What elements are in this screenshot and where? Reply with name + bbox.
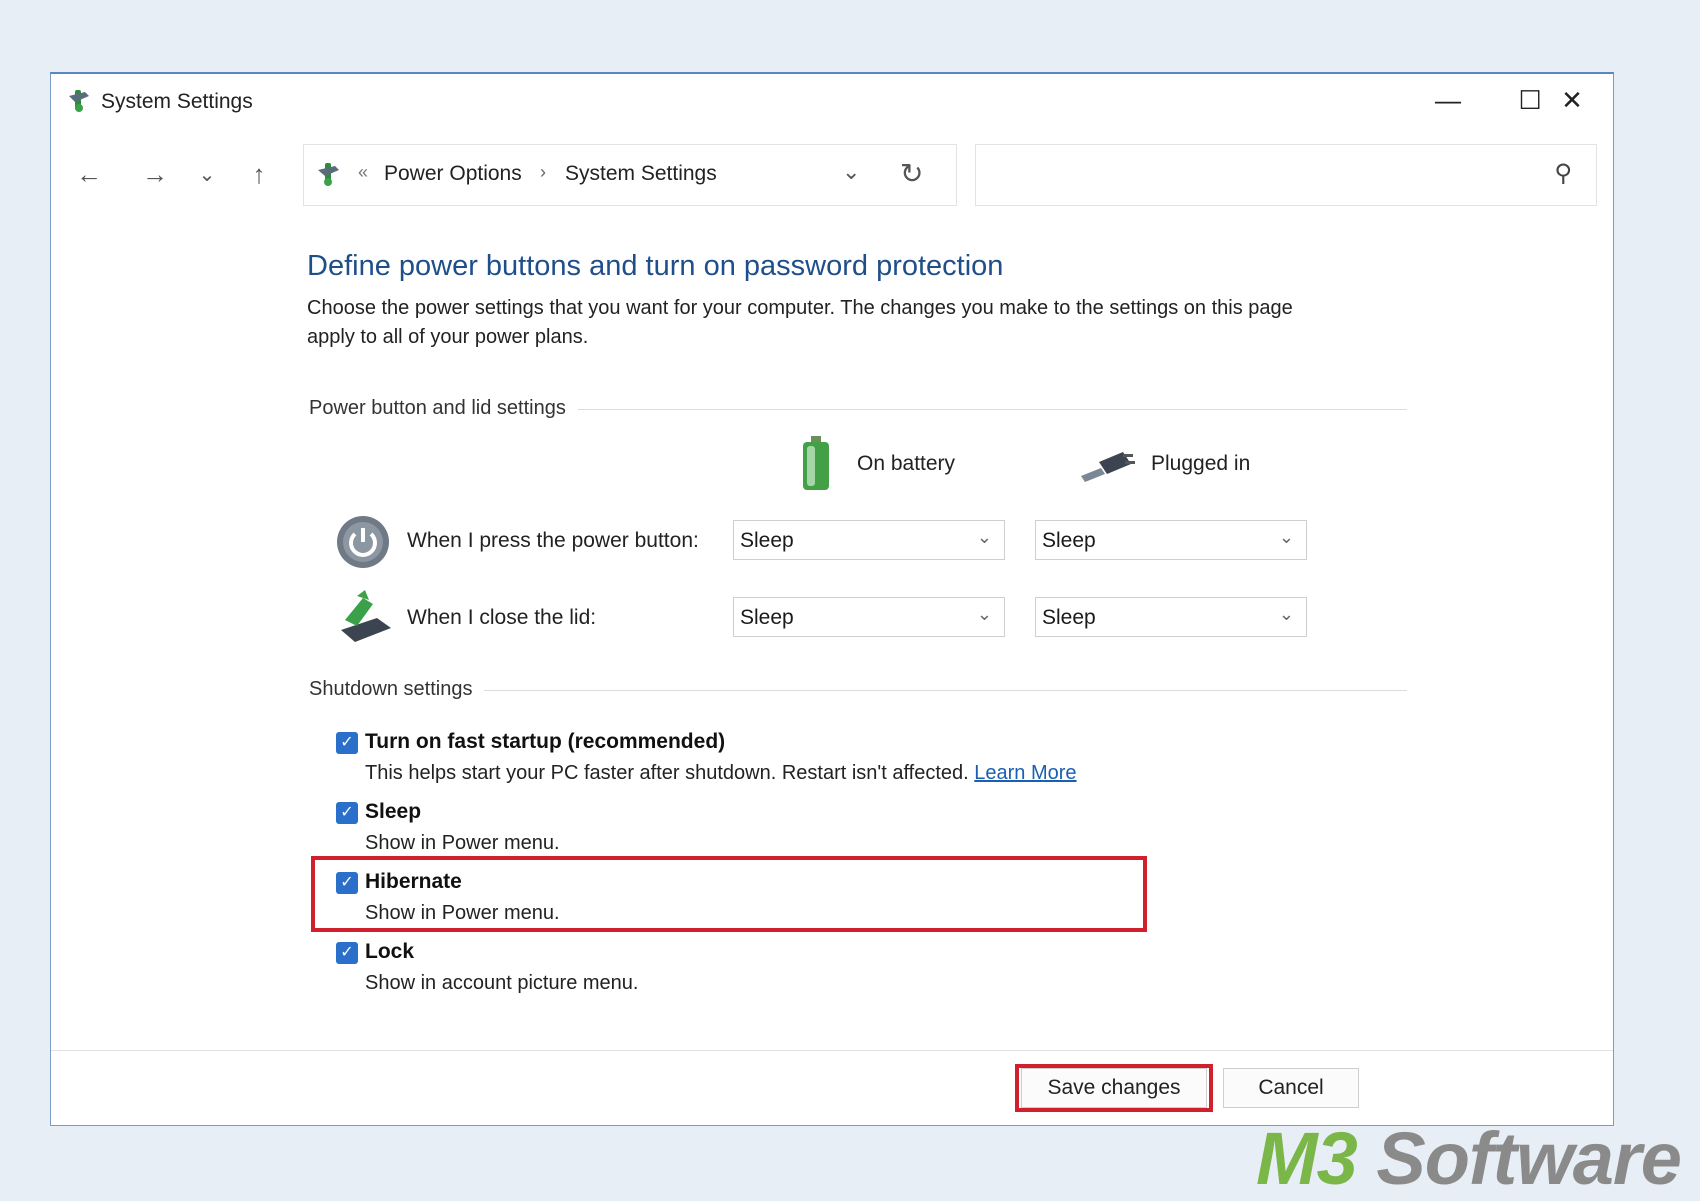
on-battery-header: On battery (857, 452, 956, 475)
battery-icon (803, 436, 829, 490)
shutdown-section-title: Shutdown settings (309, 678, 485, 701)
minimize-button[interactable]: — (1413, 80, 1483, 120)
lock-checkbox[interactable]: ✓ (336, 942, 358, 964)
arrow-up-icon: ↑ (252, 158, 266, 189)
watermark-brand-a: M3 (1256, 1117, 1358, 1200)
lock-description: Show in account picture menu. (365, 972, 639, 994)
watermark-brand-b: Software (1356, 1117, 1682, 1200)
power-button-battery-value: Sleep (740, 529, 794, 552)
power-button-label: When I press the power button: (407, 529, 699, 552)
forward-button[interactable]: → (133, 152, 177, 196)
power-options-app-icon (69, 90, 89, 112)
system-settings-window: System Settings — ☐ ✕ ← → ⌄ ↑ « Power Op… (50, 72, 1614, 1126)
sleep-description: Show in Power menu. (365, 832, 560, 854)
plugged-in-header: Plugged in (1151, 452, 1251, 475)
save-changes-button[interactable]: Save changes (1021, 1068, 1207, 1108)
arrow-right-icon: → (142, 158, 168, 189)
power-plug-icon (1081, 452, 1135, 482)
title-bar: System Settings — ☐ ✕ (51, 74, 1613, 126)
back-button[interactable]: ← (67, 152, 111, 196)
breadcrumb-power-options[interactable]: Power Options (384, 162, 522, 186)
address-bar[interactable]: « Power Options › System Settings ⌄ ↻ (303, 144, 957, 206)
power-button-plugged-select[interactable]: Sleep ⌄ (1035, 520, 1307, 560)
breadcrumb-system-settings[interactable]: System Settings (565, 162, 717, 186)
fast-startup-label[interactable]: Turn on fast startup (recommended) (365, 730, 725, 754)
page-title: Define power buttons and turn on passwor… (307, 250, 1004, 282)
checkmark-icon: ✓ (340, 804, 354, 821)
search-input[interactable] (986, 157, 1530, 195)
chevron-down-icon: ⌄ (198, 163, 216, 186)
checkmark-icon: ✓ (340, 734, 354, 751)
close-lid-plugged-value: Sleep (1042, 606, 1096, 629)
power-button-icon (337, 516, 389, 568)
recent-locations-button[interactable]: ⌄ (185, 152, 229, 196)
sleep-label[interactable]: Sleep (365, 800, 421, 824)
page-description: Choose the power settings that you want … (307, 297, 1293, 348)
hibernate-checkbox[interactable]: ✓ (336, 872, 358, 894)
sleep-checkbox[interactable]: ✓ (336, 802, 358, 824)
minimize-icon: — (1435, 84, 1461, 115)
hibernate-label[interactable]: Hibernate (365, 870, 462, 894)
laptop-lid-icon (341, 590, 391, 642)
fast-startup-checkbox[interactable]: ✓ (336, 732, 358, 754)
close-lid-label: When I close the lid: (407, 606, 597, 629)
hibernate-description: Show in Power menu. (365, 902, 560, 924)
arrow-left-icon: ← (76, 158, 102, 189)
close-button[interactable]: ✕ (1537, 80, 1607, 120)
power-section-title: Power button and lid settings (309, 397, 578, 420)
checkmark-icon: ✓ (340, 874, 354, 891)
close-lid-battery-select[interactable]: Sleep ⌄ (733, 597, 1005, 637)
breadcrumb-overflow[interactable]: « (358, 162, 368, 183)
search-box[interactable]: ⚲ (975, 144, 1597, 206)
breadcrumb-separator[interactable]: › (540, 162, 546, 183)
fast-startup-description-text: This helps start your PC faster after sh… (365, 762, 975, 784)
power-options-icon (318, 163, 339, 186)
chevron-down-icon: ⌄ (976, 527, 992, 547)
fast-startup-description: This helps start your PC faster after sh… (365, 762, 1077, 785)
refresh-icon[interactable]: ↻ (900, 157, 923, 190)
chevron-down-icon: ⌄ (1278, 604, 1294, 624)
checkmark-icon: ✓ (340, 944, 354, 961)
footer-divider (51, 1050, 1613, 1051)
m3-software-watermark: M3 Software (1256, 1116, 1682, 1201)
power-button-plugged-value: Sleep (1042, 529, 1096, 552)
close-lid-plugged-select[interactable]: Sleep ⌄ (1035, 597, 1307, 637)
cancel-button[interactable]: Cancel (1223, 1068, 1359, 1108)
close-icon: ✕ (1561, 84, 1583, 115)
power-button-battery-select[interactable]: Sleep ⌄ (733, 520, 1005, 560)
chevron-down-icon: ⌄ (1278, 527, 1294, 547)
close-lid-battery-value: Sleep (740, 606, 794, 629)
chevron-down-icon: ⌄ (976, 604, 992, 624)
lock-label[interactable]: Lock (365, 940, 414, 964)
up-button[interactable]: ↑ (237, 152, 281, 196)
window-title: System Settings (101, 90, 253, 113)
learn-more-link[interactable]: Learn More (974, 762, 1076, 784)
search-icon[interactable]: ⚲ (1554, 159, 1572, 188)
address-dropdown-icon[interactable]: ⌄ (842, 159, 860, 185)
